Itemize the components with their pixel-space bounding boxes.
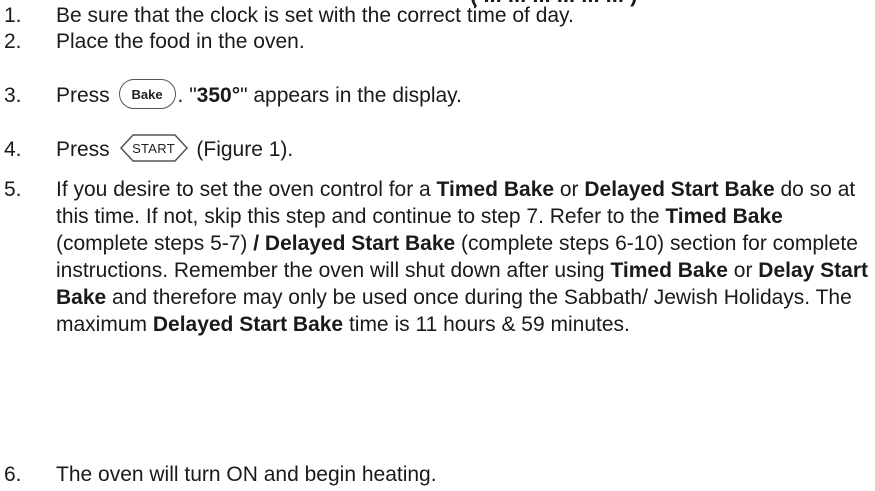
bold-term: / Delayed Start Bake — [253, 232, 456, 255]
bold-term: Timed Bake — [610, 259, 728, 282]
step-text: Place the food in the oven. — [56, 30, 305, 53]
step-2: 2. Place the food in the oven. — [0, 28, 870, 55]
step-number: 1. — [4, 4, 22, 27]
step-3: 3. Press Bake. "350°" appears in the dis… — [0, 79, 870, 110]
start-button: START — [119, 133, 189, 163]
step-text-press: Press — [56, 84, 110, 107]
step-number: 3. — [4, 84, 22, 107]
text-run: (complete steps 5-7) — [56, 232, 254, 255]
text-run: or — [554, 178, 585, 201]
step-number: 5. — [4, 178, 22, 201]
bold-term: Timed Bake — [436, 178, 555, 201]
bold-term: Delayed Start Bake — [584, 178, 775, 201]
step-text: Be sure that the clock is set with the c… — [56, 4, 574, 27]
step-text-press: Press — [56, 138, 110, 161]
step-5: 5. If you desire to set the oven control… — [0, 176, 870, 338]
bold-term: Timed Bake — [665, 205, 783, 228]
step-text: Press Bake. "350°" appears in the displa… — [56, 79, 868, 110]
bold-term: Delayed Start Bake — [152, 313, 344, 336]
step-number: 6. — [4, 463, 22, 486]
step-text-post: (Figure 1). — [196, 138, 294, 161]
step-text: The oven will turn ON and begin heating. — [56, 463, 437, 486]
step-4: 4. Press START (Figure 1). — [0, 133, 870, 163]
step-6: 6. The oven will turn ON and begin heati… — [0, 461, 870, 488]
step-number: 2. — [4, 30, 22, 53]
text-run: time is 11 hours & 59 minutes. — [343, 313, 630, 336]
step-text-mid: . " — [177, 84, 197, 107]
temperature-value: 350° — [196, 84, 241, 107]
step-text: If you desire to set the oven control fo… — [56, 176, 868, 338]
text-run: If you desire to set the oven control fo… — [56, 178, 437, 201]
bake-button: Bake — [118, 79, 176, 110]
start-button-label: START — [132, 140, 175, 156]
step-text-post: " appears in the display. — [240, 84, 462, 107]
text-run: or — [727, 259, 759, 282]
step-1: 1. Be sure that the clock is set with th… — [0, 2, 870, 29]
step-number: 4. — [4, 138, 22, 161]
step-text: Press START (Figure 1). — [56, 133, 868, 163]
